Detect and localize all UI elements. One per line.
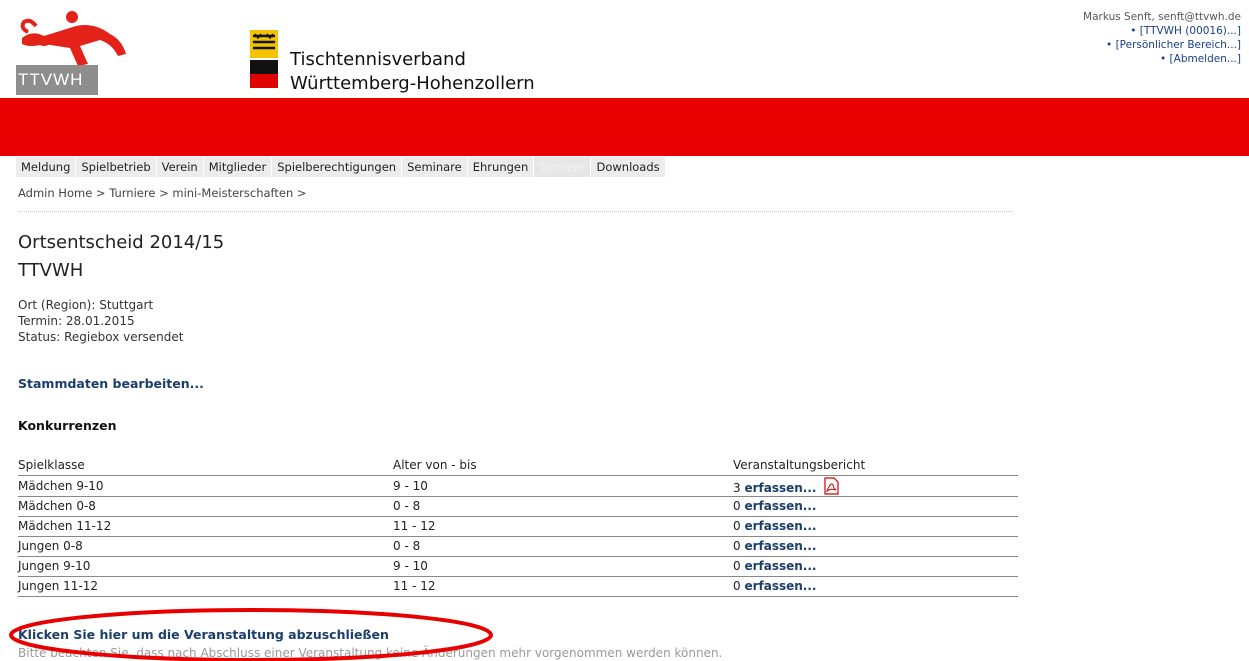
table-row: Jungen 0-8 0 - 8 0 erfassen...: [18, 536, 1018, 557]
nav-item-spielbetrieb[interactable]: Spielbetrieb: [76, 157, 157, 177]
nav-item-turniere[interactable]: Turniere: [534, 157, 592, 177]
event-status: Status: Regiebox versendet: [18, 330, 184, 344]
personal-area-link[interactable]: • [Persönlicher Bereich...]: [1083, 38, 1241, 52]
record-report-link[interactable]: erfassen...: [744, 559, 816, 573]
finish-event-link[interactable]: Klicken Sie hier um die Veranstaltung ab…: [18, 627, 389, 642]
table-row: Mädchen 11-12 11 - 12 0 erfassen...: [18, 516, 1018, 537]
header-band: [0, 98, 1249, 156]
report-count: 0: [733, 559, 741, 573]
nav-item-ehrungen[interactable]: Ehrungen: [468, 157, 535, 177]
cell-bericht: 0 erfassen...: [733, 576, 1018, 597]
cell-bericht: 0 erfassen...: [733, 496, 1018, 517]
cell-bericht: 0 erfassen...: [733, 516, 1018, 537]
report-count: 0: [733, 499, 741, 513]
edit-master-data-link[interactable]: Stammdaten bearbeiten...: [18, 376, 204, 391]
cell-klasse: Jungen 9-10: [18, 556, 393, 577]
breadcrumb[interactable]: Admin Home > Turniere > mini-Meisterscha…: [18, 186, 307, 200]
table-tennis-player-icon: [20, 11, 126, 66]
report-count: 0: [733, 519, 741, 533]
report-count: 3: [733, 480, 741, 495]
association-link[interactable]: • [TTVWH (00016)...]: [1083, 24, 1241, 38]
divider: [18, 211, 1013, 212]
table-row: Jungen 11-12 11 - 12 0 erfassen...: [18, 576, 1018, 597]
report-count: 0: [733, 579, 741, 593]
main-nav: Meldung Spielbetrieb Verein Mitglieder S…: [16, 157, 666, 177]
pdf-icon[interactable]: [822, 476, 840, 495]
nav-item-spielberechtigungen[interactable]: Spielberechtigungen: [272, 157, 403, 177]
nav-item-mitglieder[interactable]: Mitglieder: [204, 157, 273, 177]
cell-klasse: Mädchen 11-12: [18, 516, 393, 537]
org-name-line2: Württemberg-Hohenzollern: [290, 73, 535, 94]
record-report-link[interactable]: erfassen...: [744, 499, 816, 513]
cell-alter: 0 - 8: [393, 536, 733, 557]
event-date: Termin: 28.01.2015: [18, 314, 135, 328]
logo-text: TTVWH: [16, 65, 98, 95]
ttvwh-logo[interactable]: TTVWH: [14, 8, 134, 95]
column-header-bericht: Veranstaltungsbericht: [733, 456, 1018, 476]
page-title: Ortsentscheid 2014/15: [18, 232, 225, 253]
user-box: Markus Senft, senft@ttvwh.de • [TTVWH (0…: [1083, 10, 1241, 66]
cell-alter: 11 - 12: [393, 516, 733, 537]
column-header-alter: Alter von - bis: [393, 456, 733, 476]
nav-item-meldung[interactable]: Meldung: [16, 157, 77, 177]
table-row: Mädchen 0-8 0 - 8 0 erfassen...: [18, 496, 1018, 517]
record-report-link[interactable]: erfassen...: [744, 539, 816, 553]
cell-bericht: 3 erfassen...: [733, 475, 1018, 497]
column-header-klasse: Spielklasse: [18, 456, 393, 476]
table-header-row: Spielklasse Alter von - bis Veranstaltun…: [18, 456, 1018, 476]
cell-bericht: 0 erfassen...: [733, 556, 1018, 577]
cell-alter: 9 - 10: [393, 475, 733, 497]
table-row: Mädchen 9-10 9 - 10 3 erfassen...: [18, 475, 1018, 497]
cell-alter: 11 - 12: [393, 576, 733, 597]
report-count: 0: [733, 539, 741, 553]
finish-note: Bitte beachten Sie, dass nach Abschluss …: [18, 646, 723, 660]
record-report-link[interactable]: erfassen...: [744, 481, 816, 495]
logout-link[interactable]: • [Abmelden...]: [1083, 52, 1241, 66]
cell-alter: 9 - 10: [393, 556, 733, 577]
nav-item-seminare[interactable]: Seminare: [402, 157, 468, 177]
record-report-link[interactable]: erfassen...: [744, 579, 816, 593]
wuerttemberg-crest-icon: [250, 30, 278, 88]
cell-alter: 0 - 8: [393, 496, 733, 517]
cell-klasse: Jungen 11-12: [18, 576, 393, 597]
cell-klasse: Mädchen 0-8: [18, 496, 393, 517]
user-name: Markus Senft, senft@ttvwh.de: [1083, 11, 1241, 23]
competitions-table: Spielklasse Alter von - bis Veranstaltun…: [18, 456, 1018, 597]
org-name-line1: Tischtennisverband: [290, 49, 466, 70]
page-subtitle: TTVWH: [18, 260, 84, 281]
org-name: Tischtennisverband Württemberg-Hohenzoll…: [290, 48, 535, 96]
cell-bericht: 0 erfassen...: [733, 536, 1018, 557]
nav-item-downloads[interactable]: Downloads: [591, 157, 666, 177]
event-location: Ort (Region): Stuttgart: [18, 298, 154, 312]
nav-item-verein[interactable]: Verein: [157, 157, 204, 177]
table-row: Jungen 9-10 9 - 10 0 erfassen...: [18, 556, 1018, 577]
cell-klasse: Mädchen 9-10: [18, 475, 393, 497]
event-info: Ort (Region): Stuttgart Termin: 28.01.20…: [18, 297, 183, 345]
cell-klasse: Jungen 0-8: [18, 536, 393, 557]
record-report-link[interactable]: erfassen...: [744, 519, 816, 533]
section-heading: Konkurrenzen: [18, 418, 117, 433]
